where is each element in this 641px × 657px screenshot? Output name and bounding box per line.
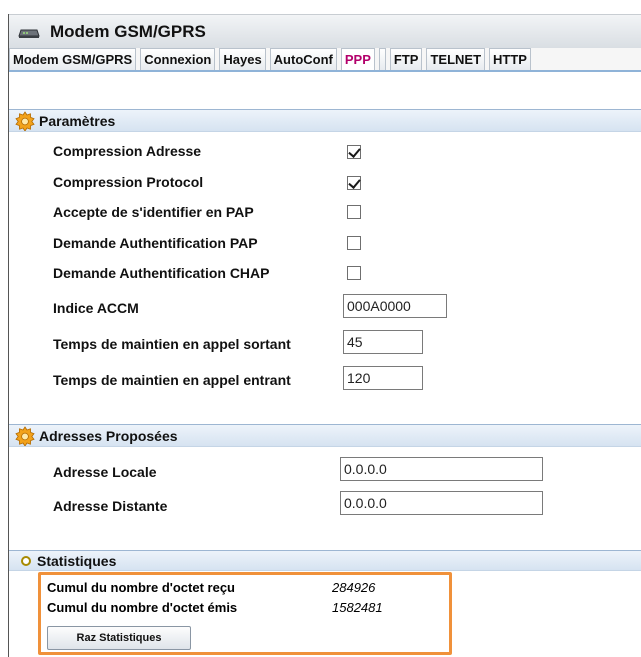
- tab-ppp[interactable]: PPP: [340, 48, 375, 70]
- title-bar: Modem GSM/GPRS: [9, 14, 641, 48]
- section-header-parametres[interactable]: Paramètres: [9, 109, 641, 132]
- section-header-adresses[interactable]: Adresses Proposées: [9, 424, 641, 447]
- tab-ftp[interactable]: FTP: [389, 48, 423, 70]
- label-temps-sortant: Temps de maintien en appel sortant: [53, 336, 291, 352]
- label-octets-recus: Cumul du nombre d'octet reçu: [47, 580, 235, 595]
- temps-sortant-field[interactable]: [343, 330, 423, 354]
- label-accepte-pap: Accepte de s'identifier en PAP: [53, 204, 254, 220]
- label-demande-chap: Demande Authentification CHAP: [53, 265, 270, 281]
- label-octets-emis: Cumul du nombre d'octet émis: [47, 600, 238, 615]
- label-demande-pap: Demande Authentification PAP: [53, 235, 258, 251]
- checkbox-demande-chap[interactable]: [347, 266, 361, 280]
- label-indice-accm: Indice ACCM: [53, 300, 139, 316]
- section-title-statistiques: Statistiques: [37, 552, 117, 569]
- label-compression-adresse: Compression Adresse: [53, 143, 202, 159]
- gear-icon: [15, 425, 35, 447]
- label-compression-protocol: Compression Protocol: [53, 174, 204, 190]
- tab-modem-gsm-gprs[interactable]: Modem GSM/GPRS: [9, 48, 137, 70]
- tab-hayes[interactable]: Hayes: [219, 48, 266, 70]
- circle-bullet-icon: [21, 555, 31, 566]
- label-temps-entrant: Temps de maintien en appel entrant: [53, 372, 291, 388]
- label-adresse-distante: Adresse Distante: [53, 498, 168, 514]
- adresse-distante-field[interactable]: [340, 491, 543, 515]
- section-title-adresses: Adresses Proposées: [39, 427, 178, 444]
- indice-accm-field[interactable]: [343, 294, 447, 318]
- checkbox-accepte-pap[interactable]: [347, 205, 361, 219]
- label-adresse-locale: Adresse Locale: [53, 464, 157, 480]
- section-title-parametres: Paramètres: [39, 112, 116, 129]
- section-header-statistiques[interactable]: Statistiques: [9, 550, 641, 571]
- temps-entrant-field[interactable]: [343, 366, 423, 390]
- gear-icon: [15, 110, 35, 132]
- tab-autoconf[interactable]: AutoConf: [269, 48, 337, 70]
- modem-icon: [18, 26, 40, 38]
- tab-http[interactable]: HTTP: [489, 48, 531, 70]
- tab-connexion[interactable]: Connexion: [140, 48, 216, 70]
- modem-ppp-window: Modem GSM/GPRS Modem GSM/GPRS Connexion …: [8, 14, 641, 657]
- value-octets-emis: 1582481: [332, 600, 383, 615]
- raz-statistiques-button[interactable]: Raz Statistiques: [47, 626, 191, 650]
- checkbox-compression-adresse[interactable]: [347, 145, 361, 159]
- tab-unnamed[interactable]: [378, 48, 386, 70]
- tab-bar: Modem GSM/GPRS Connexion Hayes AutoConf …: [9, 48, 641, 72]
- tab-telnet[interactable]: TELNET: [426, 48, 486, 70]
- checkbox-compression-protocol[interactable]: [347, 176, 361, 190]
- window-title: Modem GSM/GPRS: [50, 21, 206, 41]
- value-octets-recus: 284926: [332, 580, 376, 595]
- checkbox-demande-pap[interactable]: [347, 236, 361, 250]
- adresse-locale-field[interactable]: [340, 457, 543, 481]
